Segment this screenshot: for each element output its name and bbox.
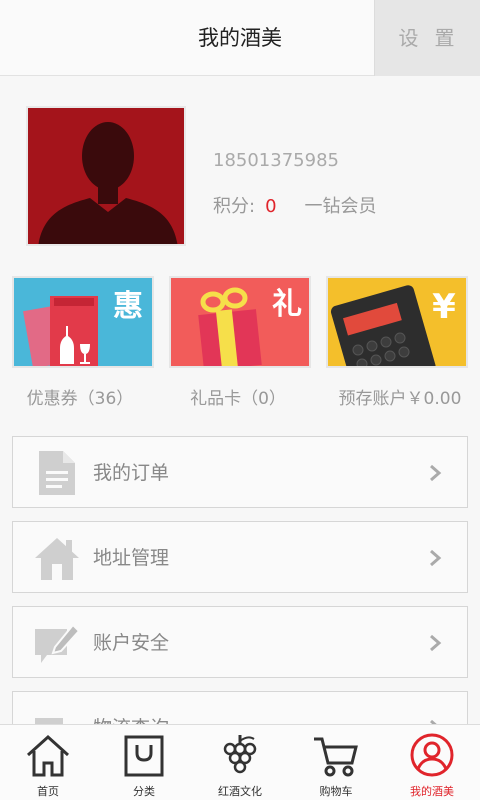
menu-item-security[interactable]: 账户安全 — [12, 606, 468, 678]
gift-badge: 礼 — [272, 287, 302, 322]
account-cards: 惠 优惠券（36） 礼 礼品卡（0） ¥ 预存账户￥0.00 — [0, 276, 480, 416]
tab-label-my-account: 我的酒美 — [410, 785, 454, 798]
user-icon — [410, 733, 454, 777]
calculator-icon: ¥ — [328, 278, 466, 366]
coupon-card[interactable]: 惠 — [12, 276, 154, 368]
menu-item-orders[interactable]: 我的订单 — [12, 436, 468, 508]
gift-card[interactable]: 礼 — [169, 276, 311, 368]
document-icon — [39, 451, 75, 495]
tab-label-category: 分类 — [133, 785, 155, 798]
grape-icon — [223, 735, 257, 774]
menu-item-address[interactable]: 地址管理 — [12, 521, 468, 593]
tab-my-account[interactable]: 我的酒美 — [384, 725, 480, 800]
prepaid-label[interactable]: 预存账户￥0.00 — [320, 384, 480, 409]
home-icon — [26, 734, 70, 777]
menu-label-address: 地址管理 — [93, 547, 170, 569]
tab-category[interactable]: 分类 — [96, 725, 192, 800]
bag-icon — [124, 735, 164, 777]
cart-icon — [314, 737, 358, 777]
tab-home[interactable]: 首页 — [0, 725, 96, 800]
top-bar: 我的酒美 设置 — [0, 0, 480, 76]
member-level: 一钻会员 — [304, 196, 377, 217]
gift-card-label[interactable]: 礼品卡（0） — [163, 384, 313, 409]
coupon-label[interactable]: 优惠券（36） — [5, 384, 155, 409]
tab-cart[interactable]: 购物车 — [288, 725, 384, 800]
prepaid-card[interactable]: ¥ — [326, 276, 468, 368]
prepaid-badge: ¥ — [432, 287, 456, 327]
gift-icon: 礼 — [171, 278, 309, 366]
avatar[interactable] — [26, 106, 186, 246]
phone-number: 18501375985 — [213, 150, 339, 171]
user-silhouette-icon — [28, 108, 184, 244]
chevron-right-icon — [430, 549, 442, 567]
menu-label-security: 账户安全 — [93, 632, 170, 654]
tab-label-home: 首页 — [37, 785, 59, 798]
tab-wine-culture[interactable]: 红酒文化 — [192, 725, 288, 800]
profile-section: 18501375985 积分: 0 一钻会员 — [0, 76, 480, 266]
coupon-icon: 惠 — [14, 278, 152, 366]
chevron-right-icon — [430, 634, 442, 652]
tab-label-wine-culture: 红酒文化 — [218, 785, 262, 798]
points-label: 积分: — [213, 196, 256, 217]
points-value: 0 — [265, 196, 277, 217]
chevron-right-icon — [430, 464, 442, 482]
coupon-badge: 惠 — [113, 289, 143, 324]
menu-label-orders: 我的订单 — [93, 462, 170, 484]
tab-label-cart: 购物车 — [319, 785, 353, 798]
bottom-tab-bar: 首页 分类 红酒文化 购物车 我的酒美 — [0, 724, 480, 800]
settings-button[interactable]: 设置 — [374, 0, 480, 76]
edit-icon — [35, 623, 81, 663]
points-row: 积分: 0 一钻会员 — [213, 192, 377, 218]
house-icon — [35, 538, 79, 580]
